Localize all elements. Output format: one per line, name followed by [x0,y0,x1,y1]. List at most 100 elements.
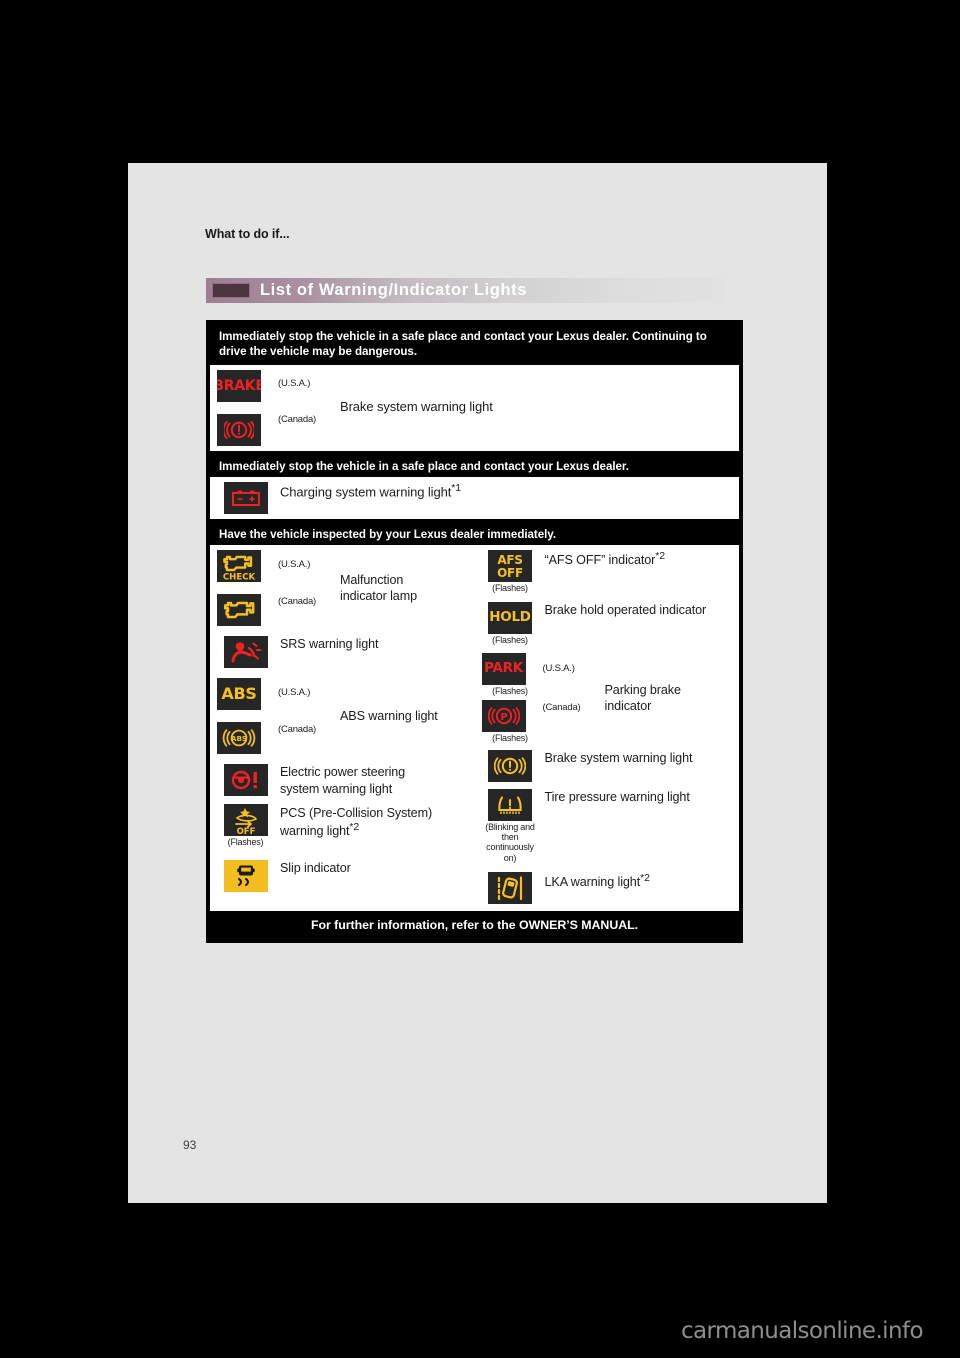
srs-airbag-icon [223,636,268,669]
icon-column [217,860,274,893]
icon-note: (Flashes) [492,634,528,645]
brake-text-icon: BRAKE [217,369,261,402]
icon-column [482,749,539,782]
svg-text:P: P [500,712,507,723]
region-column: (U.S.A.) (Canada) [274,550,334,626]
svg-text:OFF: OFF [236,827,255,835]
region-label: (U.S.A.) [278,559,311,571]
region-label: (U.S.A.) [278,687,311,699]
icon-column: HOLD (Flashes) [482,601,539,645]
row-label: Slip indicator [280,861,351,876]
label-column: Electric power steering system warning l… [274,764,475,797]
footnote-marker: *1 [451,481,461,494]
icon-column [217,636,274,669]
table-row: Brake system warning light [475,749,740,787]
group-heading-2: Immediately stop the vehicle in a safe p… [219,459,629,473]
table-row: LKA warning light*2 [475,868,740,911]
icon-column [482,871,539,904]
icon-column: OFF (Flashes) [217,803,274,847]
table-row: Slip indicator [210,852,475,899]
label-column: Brake system warning light [539,750,740,766]
footnote-marker: *2 [349,821,360,834]
watermark: carmanualsonline.info [681,1318,924,1344]
battery-icon [223,481,268,514]
abs-circle-icon: ABS [217,722,261,755]
icon-column: BRAKE [217,369,274,446]
label-column: SRS warning light [274,636,475,652]
row-label: Parking brake indicator [604,682,682,714]
icon-note: (Flashes) [227,836,264,847]
screenshot-root: What to do if... List of Warning/Indicat… [0,0,960,1358]
table-row: AFS OFF (Flashes) “AFS OFF” indicator*2 [475,545,740,598]
region-label: (Canada) [542,701,581,713]
table-row: PARK (Flashes) P (Flashes) (U.S.A.) (Can… [475,650,740,749]
icon-note: (Flashes) [492,583,528,594]
left-column: CHECK (U.S.A.) (Canada) Malfunction indi… [210,545,475,911]
afs-off-icon: AFS OFF [488,550,532,583]
label-column: Tire pressure warning light [539,789,740,805]
table-row: ABS ABS (U.S.A.) (Canada) ABS warning li… [210,673,475,759]
label-column: ABS warning light [334,678,475,754]
right-column: AFS OFF (Flashes) “AFS OFF” indicator*2 [475,545,740,911]
section-title-bar: List of Warning/Indicator Lights [206,278,726,303]
row-label: Malfunction indicator lamp [340,572,417,604]
row-label: Tire pressure warning light [544,789,690,804]
lka-icon [488,871,532,904]
group-heading-1: Immediately stop the vehicle in a safe p… [219,330,707,359]
icon-column [217,764,274,797]
region-label: (U.S.A.) [278,377,311,389]
icon-column: PARK (Flashes) P (Flashes) [481,652,539,744]
table-row: HOLD (Flashes) Brake hold operated indic… [475,599,740,650]
row-label: SRS warning light [280,637,379,652]
abs-text-icon: ABS [217,678,261,711]
brake-circle-exclamation-amber-icon [488,749,532,782]
label-column: Brake hold operated indicator [539,602,740,618]
breadcrumb: What to do if... [205,227,290,241]
group-body-1: BRAKE (U.S.A.) (Canada) Brake system war… [210,364,739,451]
label-column: Charging system warning light*1 [274,482,739,501]
group-body-3: CHECK (U.S.A.) (Canada) Malfunction indi… [210,545,739,911]
check-engine-icon [217,594,261,627]
region-column: (U.S.A.) (Canada) [274,370,334,446]
manual-page: What to do if... List of Warning/Indicat… [128,163,827,1203]
row-label: LKA warning light*2 [544,871,650,890]
label-column: Brake system warning light [334,370,739,446]
label-column: PCS (Pre-Collision System) warning light… [274,804,475,840]
label-column: LKA warning light*2 [539,872,740,891]
table-row: (Blinking and then continuously on) Tire… [475,787,740,868]
row-label: PCS (Pre-Collision System) warning light… [280,805,433,839]
icon-note: (Flashes) [492,685,528,696]
group-heading-3: Have the vehicle inspected by your Lexus… [219,527,557,541]
pcs-off-icon: OFF [223,803,268,836]
footnote-marker: *2 [655,550,665,563]
table-row: Charging system warning light*1 [210,477,739,519]
page-title: List of Warning/Indicator Lights [260,281,527,299]
region-label: (Canada) [278,596,317,608]
row-label: Electric power steering system warning l… [280,765,406,796]
row-label: Brake system warning light [544,750,693,765]
row-label: ABS warning light [340,709,438,723]
row-label: Charging system warning light*1 [280,481,461,500]
table-row: SRS warning light [210,631,475,673]
svg-text:ABS: ABS [231,734,247,743]
icon-column: (Blinking and then continuously on) [482,788,539,863]
footer-banner: For further information, refer to the OW… [310,917,639,932]
icon-note: (Blinking and then continuously on) [485,821,535,863]
icon-column [217,481,274,514]
slip-indicator-icon [223,860,268,893]
svg-text:CHECK: CHECK [223,573,256,582]
parking-brake-p-icon: P [481,700,526,733]
row-label: Brake hold operated indicator [544,602,707,617]
brake-circle-exclamation-icon [217,413,261,446]
check-engine-check-icon: CHECK [217,550,261,583]
table-row: Electric power steering system warning l… [210,759,475,802]
page-number: 93 [183,1138,197,1152]
power-steering-icon [223,764,268,797]
region-column: (U.S.A.) (Canada) [274,678,334,754]
label-column: Parking brake indicator [599,653,740,744]
icon-column: AFS OFF (Flashes) [482,550,539,593]
park-text-icon: PARK [481,652,526,685]
hold-icon: HOLD [488,601,532,634]
warning-lights-table: Immediately stop the vehicle in a safe p… [206,320,743,943]
label-column: “AFS OFF” indicator*2 [539,550,740,569]
